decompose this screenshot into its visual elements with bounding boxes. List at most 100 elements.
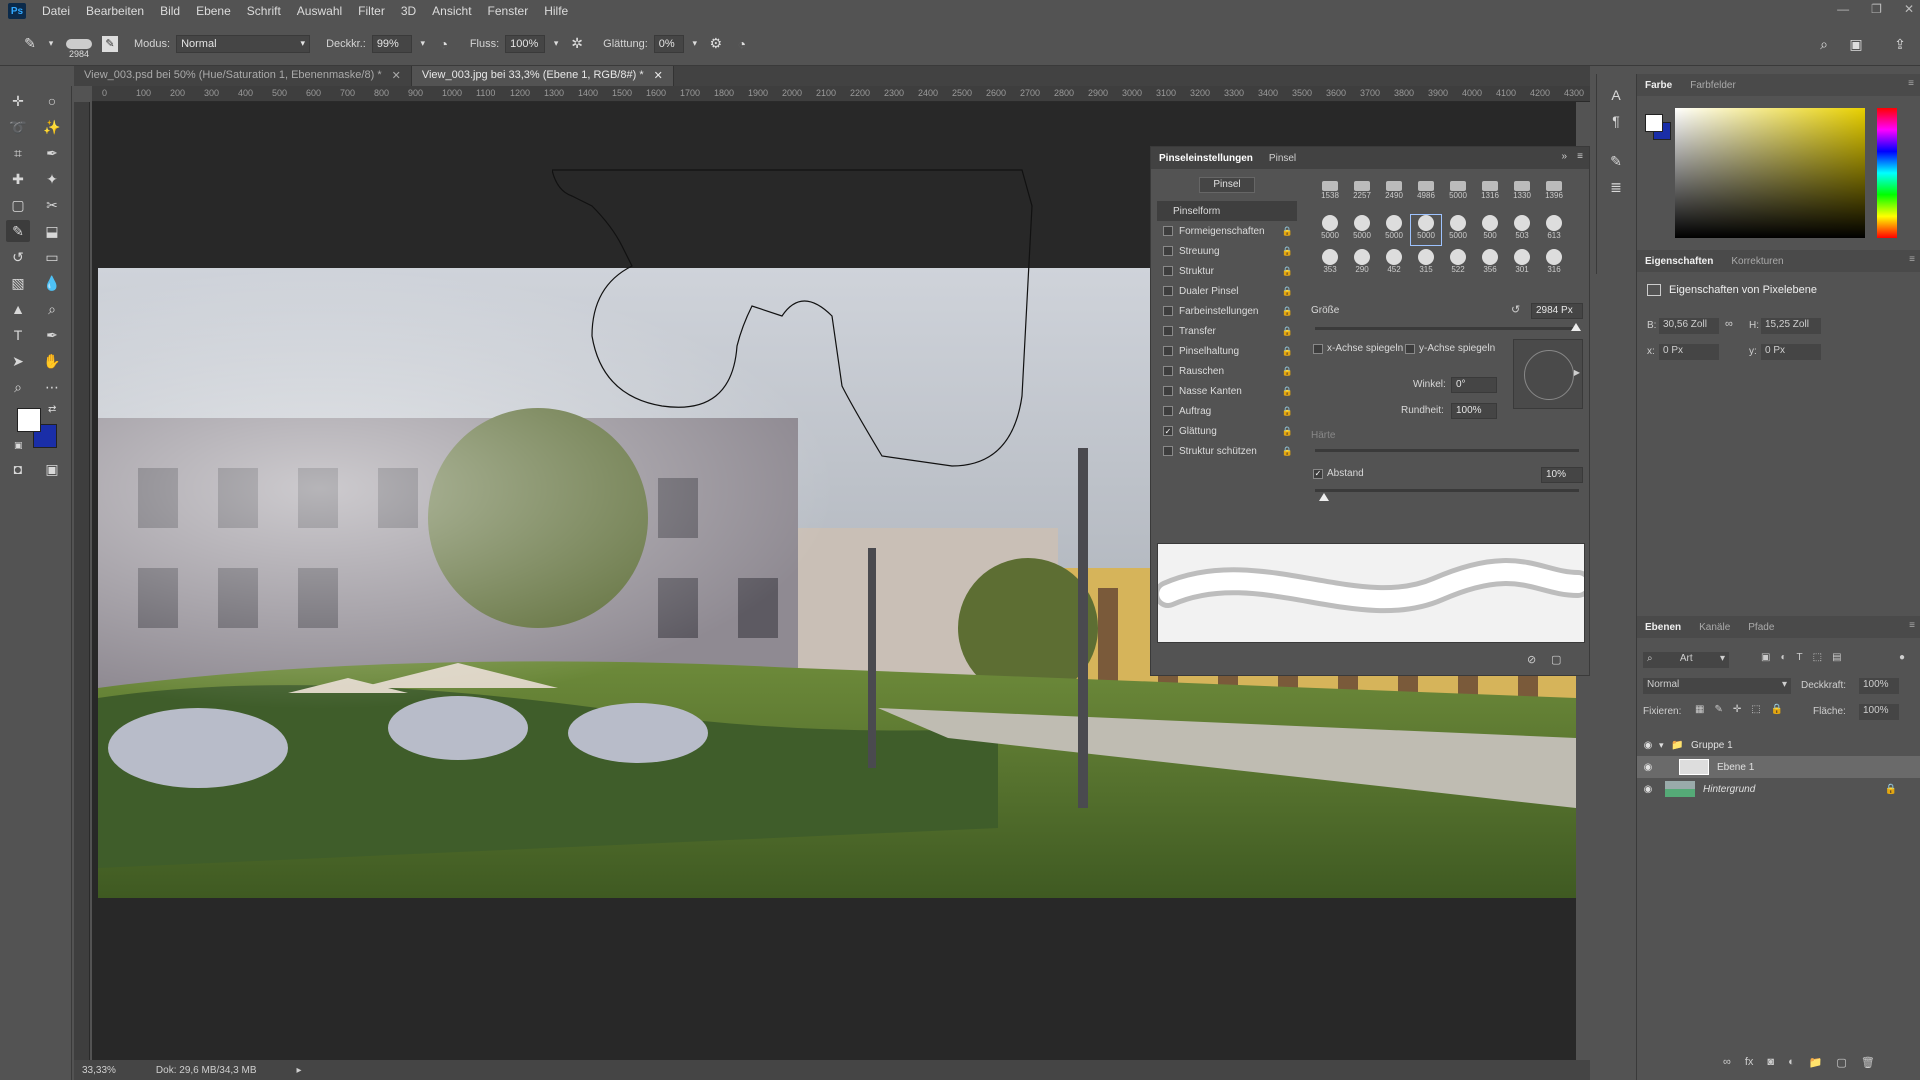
color-field[interactable] [1675, 108, 1865, 238]
filter-shape-icon[interactable]: ⬚ [1813, 652, 1822, 663]
checkbox[interactable] [1163, 246, 1173, 256]
groesse-input[interactable]: 2984 Px [1531, 303, 1583, 319]
chevron-down-icon[interactable]: ▾ [690, 34, 700, 54]
y-input[interactable]: 0 Px [1761, 344, 1821, 360]
stamp-tool-icon[interactable]: ⬓ [40, 220, 64, 242]
zoom-tool-icon[interactable]: ⌕ [6, 376, 30, 398]
brush-tip[interactable]: 1538 [1315, 181, 1345, 211]
lock-pixels-icon[interactable]: ✎ [1714, 704, 1722, 715]
x-flip-checkbox[interactable] [1313, 344, 1323, 354]
filter-adjustment-icon[interactable]: ◐ [1780, 652, 1786, 663]
history-brush-tool-icon[interactable]: ↺ [6, 246, 30, 268]
checkbox[interactable] [1163, 226, 1173, 236]
menu-filter[interactable]: Filter [350, 4, 393, 18]
collapse-icon[interactable]: » [1561, 151, 1567, 162]
marquee-tool-icon[interactable]: ○ [40, 90, 64, 112]
bp-item-pinselform[interactable]: Pinselform [1157, 201, 1297, 221]
bp-item[interactable]: Streuung 🔒 [1157, 241, 1297, 261]
brush-tip[interactable]: 5000 [1379, 215, 1409, 245]
menu-schrift[interactable]: Schrift [239, 4, 289, 18]
type-tool-icon[interactable]: T [6, 324, 30, 346]
tab-view-003-jpg[interactable]: View_003.jpg bei 33,3% (Ebene 1, RGB/8#)… [411, 66, 674, 86]
adjustment-layer-icon[interactable]: ◐ [1788, 1056, 1795, 1069]
link-icon[interactable]: ∞ [1725, 318, 1733, 330]
close-icon[interactable]: ✕ [392, 69, 401, 83]
brush-tip[interactable]: 1396 [1539, 181, 1569, 211]
bp-item[interactable]: Dualer Pinsel 🔒 [1157, 281, 1297, 301]
crop-tool-icon[interactable]: ⌗ [6, 142, 30, 164]
bp-item[interactable]: Formeigenschaften 🔒 [1157, 221, 1297, 241]
brush-tip[interactable]: 503 [1507, 215, 1537, 245]
chevron-down-icon[interactable]: ▾ [46, 34, 56, 54]
gradient-tool-icon[interactable]: ▧ [6, 272, 30, 294]
tab-view-003-psd[interactable]: View_003.psd bei 50% (Hue/Saturation 1, … [74, 66, 412, 86]
move-tool-icon[interactable]: ✛ [6, 90, 30, 112]
filter-smart-icon[interactable]: ▤ [1832, 652, 1841, 663]
character-panel-icon[interactable]: A [1604, 84, 1628, 106]
x-input[interactable]: 0 Px [1659, 344, 1719, 360]
h-input[interactable]: 15,25 Zoll [1761, 318, 1821, 334]
visibility-eye-icon[interactable]: ◉ [1637, 784, 1659, 795]
healing-brush-tool-icon[interactable]: ✚ [6, 168, 30, 190]
brush-tip[interactable]: 353 [1315, 249, 1345, 279]
magic-wand-tool-icon[interactable]: ✨ [40, 116, 64, 138]
brush-tip-grid[interactable]: 1538 2257 2490 4986 5000 1316 1330 1396 5000 5000… [1311, 175, 1583, 285]
abstand-slider-handle[interactable] [1319, 493, 1329, 501]
checkbox[interactable] [1163, 346, 1173, 356]
angle-roundness-widget[interactable]: ▶ [1513, 339, 1583, 409]
glaettung-input[interactable]: 0% [653, 34, 684, 53]
gear-icon[interactable]: ⚙ [706, 34, 726, 54]
panel-fg-swatch[interactable] [1645, 114, 1663, 132]
paragraph-panel-icon[interactable]: ¶ [1604, 110, 1628, 132]
brush-tip[interactable]: 452 [1379, 249, 1409, 279]
link-layers-icon[interactable]: ∞ [1723, 1056, 1731, 1069]
visibility-eye-icon[interactable]: ◉ [1637, 740, 1659, 751]
visibility-eye-icon[interactable]: ◉ [1637, 762, 1659, 773]
tab-kanaele[interactable]: Kanäle [1699, 622, 1730, 633]
layer-fill-input[interactable]: 100% [1859, 704, 1899, 720]
checkbox[interactable] [1163, 406, 1173, 416]
tab-pinseleinstellungen[interactable]: Pinseleinstellungen [1159, 153, 1253, 164]
blur-tool-icon[interactable]: 💧 [40, 272, 64, 294]
menu-ansicht[interactable]: Ansicht [424, 4, 479, 18]
pressure-opacity-icon[interactable]: ◔ [434, 34, 454, 54]
brush-tip[interactable]: 5000 [1443, 215, 1473, 245]
share-icon[interactable]: ⇪ [1890, 34, 1910, 54]
checkbox[interactable] [1163, 326, 1173, 336]
lock-icon[interactable]: 🔒 [1282, 386, 1293, 397]
brush-tip[interactable]: 290 [1347, 249, 1377, 279]
brush-preset-picker[interactable]: 2984 [62, 29, 96, 59]
reset-size-icon[interactable]: ↺ [1511, 303, 1520, 316]
bp-item[interactable]: Farbeinstellungen 🔒 [1157, 301, 1297, 321]
menu-bearbeiten[interactable]: Bearbeiten [78, 4, 152, 18]
lock-icon[interactable]: 🔒 [1282, 246, 1293, 257]
lock-all-icon[interactable]: 🔒 [1771, 704, 1783, 715]
brush-tip[interactable]: 1330 [1507, 181, 1537, 211]
filter-type-icon[interactable]: T [1797, 652, 1803, 663]
rundheit-input[interactable]: 100% [1451, 403, 1497, 419]
y-flip-checkbox[interactable] [1405, 344, 1415, 354]
search-icon[interactable]: ⌕ [1814, 34, 1834, 54]
lock-icon[interactable]: 🔒 [1282, 426, 1293, 437]
menu-hilfe[interactable]: Hilfe [536, 4, 576, 18]
patch-tool-icon[interactable]: ✦ [40, 168, 64, 190]
abstand-slider[interactable] [1315, 489, 1579, 492]
pressure-size-icon[interactable]: ◔ [732, 34, 752, 54]
close-icon[interactable]: ✕ [1904, 2, 1914, 16]
brush-tip[interactable]: 500 [1475, 215, 1505, 245]
hand-tool-icon[interactable]: ✋ [40, 350, 64, 372]
brush-tip[interactable]: 613 [1539, 215, 1569, 245]
arrow-right-icon[interactable]: ▸ [297, 1065, 302, 1076]
brush-tip[interactable]: 1316 [1475, 181, 1505, 211]
toggle-preview-icon[interactable]: ⊘ [1527, 653, 1536, 666]
new-brush-icon[interactable]: ▢ [1551, 653, 1561, 666]
tab-farbe[interactable]: Farbe [1645, 80, 1672, 91]
close-icon[interactable]: ✕ [654, 69, 663, 83]
bp-item[interactable]: Auftrag 🔒 [1157, 401, 1297, 421]
lock-icon[interactable]: 🔒 [1282, 446, 1293, 457]
default-colors-icon[interactable]: ▣ [14, 440, 23, 451]
checkbox[interactable] [1163, 266, 1173, 276]
slice-tool-icon[interactable]: ✂ [40, 194, 64, 216]
menu-auswahl[interactable]: Auswahl [289, 4, 350, 18]
chevron-down-icon[interactable]: ▾ [551, 34, 561, 54]
